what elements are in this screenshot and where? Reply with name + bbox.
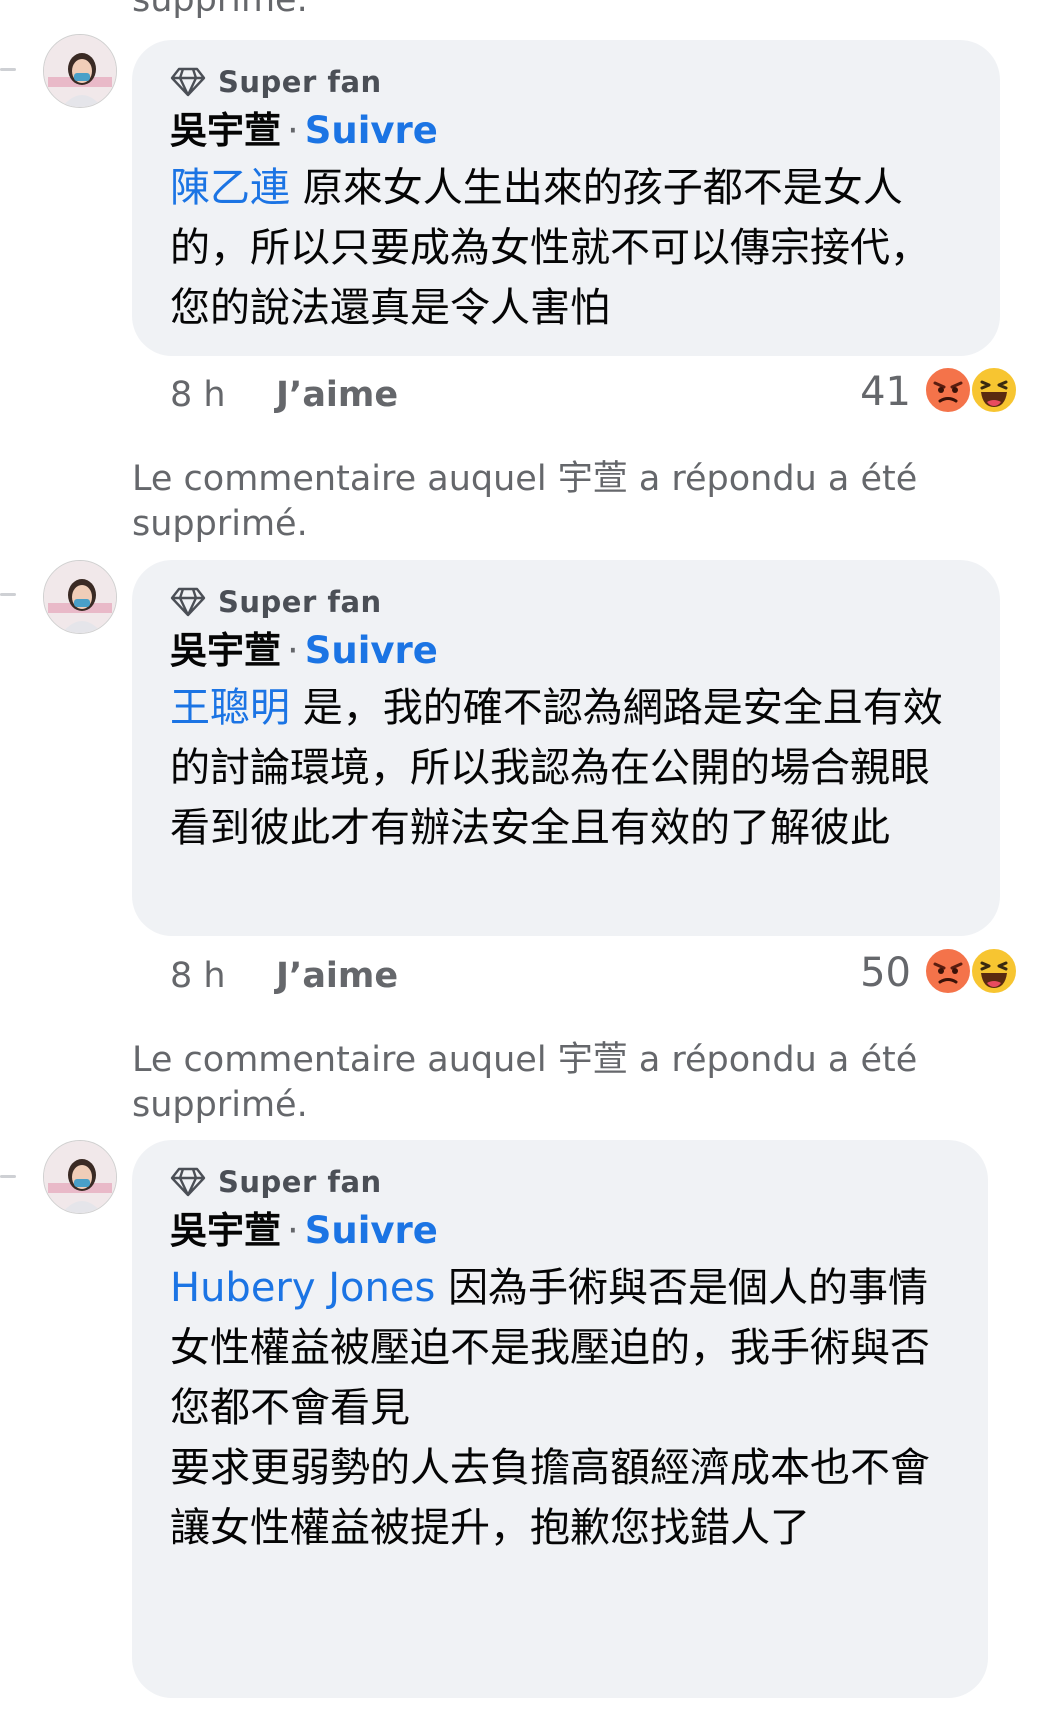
reaction-summary[interactable]: 41 (860, 362, 1019, 422)
like-button[interactable]: J’aime (276, 375, 398, 415)
reaction-summary[interactable]: 50 (860, 943, 1019, 1003)
badge-label: Super fan (218, 65, 382, 99)
mention-link[interactable]: 王聰明 (170, 685, 290, 731)
follow-button[interactable]: Suivre (305, 629, 438, 672)
deleted-comment-notice-fragment: supprimé. (132, 0, 308, 20)
angry-reaction-icon (923, 946, 973, 1000)
diamond-icon (170, 1167, 206, 1197)
super-fan-badge: Super fan (170, 1162, 950, 1202)
avatar[interactable] (43, 34, 117, 108)
comment-actions: 8 h J’aime (170, 946, 398, 1006)
super-fan-badge: Super fan (170, 62, 962, 102)
timestamp[interactable]: 8 h (170, 375, 276, 415)
timestamp[interactable]: 8 h (170, 956, 276, 996)
diamond-icon (170, 587, 206, 617)
mention-link[interactable]: Hubery Jones (170, 1265, 435, 1311)
badge-label: Super fan (218, 585, 382, 619)
separator-dot: · (287, 1209, 299, 1252)
comment-line: 要求更弱勢的人去負擔高額經濟成本也不會讓女性權益被提升，抱歉您找錯人了 (170, 1445, 930, 1551)
deleted-comment-notice: Le commentaire auquel 宇萱 a répondu a été… (132, 459, 918, 544)
deleted-comment-notice: Le commentaire auquel 宇萱 a répondu a été… (132, 1040, 918, 1125)
avatar[interactable] (43, 1140, 117, 1214)
haha-reaction-icon (969, 365, 1019, 419)
follow-button[interactable]: Suivre (305, 109, 438, 152)
separator-dot: · (287, 109, 299, 152)
thread-line (0, 593, 16, 596)
author-name[interactable]: 吳宇萱 (170, 109, 281, 152)
comment-text: 王聰明 是，我的確不認為網路是安全且有效的討論環境，所以我認為在公開的場合親眼看… (170, 678, 962, 858)
super-fan-badge: Super fan (170, 582, 962, 622)
comment-actions: 8 h J’aime (170, 365, 398, 425)
comment-bubble: Super fan 吳宇萱 · Suivre Hubery Jones 因為手術與否… (132, 1140, 988, 1698)
angry-reaction-icon (923, 365, 973, 419)
author-name[interactable]: 吳宇萱 (170, 1209, 281, 1252)
comment-line: 女性權益被壓迫不是我壓迫的，我手術與否您都不會看見 (170, 1325, 930, 1431)
separator-dot: · (287, 629, 299, 672)
haha-reaction-icon (969, 946, 1019, 1000)
avatar[interactable] (43, 560, 117, 634)
like-button[interactable]: J’aime (276, 956, 398, 996)
comment-bubble: Super fan 吳宇萱 · Suivre 陳乙連 原來女人生出來的孩子都不是女人… (132, 40, 1000, 356)
comment-text: Hubery Jones 因為手術與否是個人的事情 女性權益被壓迫不是我壓迫的，… (170, 1258, 950, 1558)
author-name[interactable]: 吳宇萱 (170, 629, 281, 672)
comment-bubble: Super fan 吳宇萱 · Suivre 王聰明 是，我的確不認為網路是安全且有… (132, 560, 1000, 936)
follow-button[interactable]: Suivre (305, 1209, 438, 1252)
mention-link[interactable]: 陳乙連 (170, 165, 290, 211)
reaction-count: 41 (860, 369, 911, 415)
thread-line (0, 1175, 16, 1178)
thread-line (0, 68, 16, 71)
comment-text: 陳乙連 原來女人生出來的孩子都不是女人的，所以只要成為女性就不可以傳宗接代，您的… (170, 158, 962, 338)
comment-line: 因為手術與否是個人的事情 (448, 1265, 929, 1311)
diamond-icon (170, 67, 206, 97)
badge-label: Super fan (218, 1165, 382, 1199)
reaction-count: 50 (860, 950, 911, 996)
